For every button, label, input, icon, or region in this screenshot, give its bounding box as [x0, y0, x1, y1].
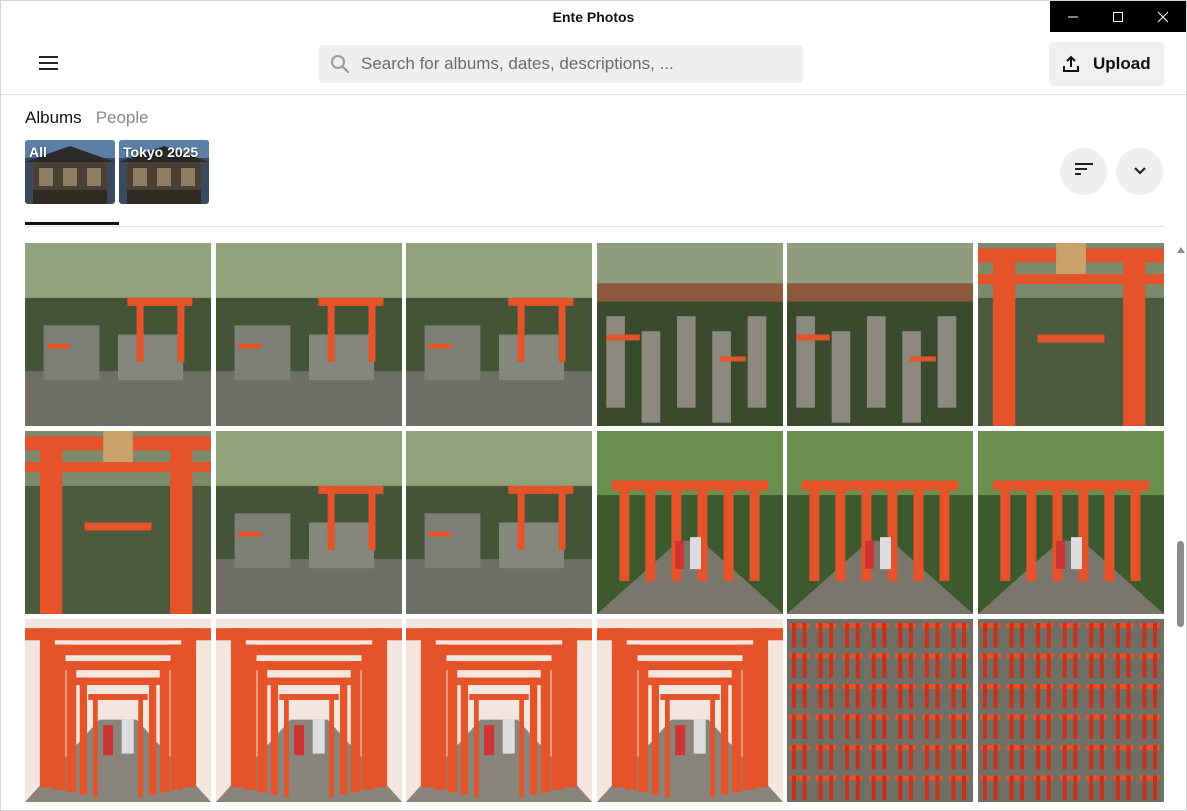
upload-label: Upload [1093, 54, 1151, 73]
forest-shrine-lanterns-a-image [215, 431, 402, 614]
shrine-moss-gate-a-image [215, 243, 402, 426]
photo-thumbnail[interactable] [215, 243, 403, 426]
album-chip-tokyo-2025[interactable]: Tokyo 2025 [119, 140, 209, 204]
torii-corridor-walkers-a-image [25, 619, 211, 802]
chevron-down-icon [1133, 163, 1147, 181]
app-header: Upload [1, 33, 1186, 95]
window-title: Ente Photos [552, 9, 635, 25]
photo-thumbnail[interactable] [977, 431, 1165, 614]
photo-thumbnail[interactable] [25, 243, 212, 426]
shrine-stone-lanterns-image [25, 243, 211, 426]
scrollbar-thumb[interactable] [1177, 541, 1184, 627]
photo-grid [25, 243, 1164, 802]
section-divider [25, 226, 1164, 227]
torii-path-family-image [596, 619, 783, 802]
section-tabs: Albums People [25, 108, 149, 128]
stone-shrines-waterfall-a-image [596, 243, 783, 426]
maximize-icon[interactable] [1095, 1, 1140, 32]
photo-thumbnail[interactable] [406, 243, 593, 426]
search-icon [329, 53, 351, 75]
album-label-tokyo-2025: Tokyo 2025 [123, 144, 199, 160]
photo-thumbnail[interactable] [977, 619, 1165, 802]
hamburger-menu-icon [39, 55, 59, 76]
torii-corridor-walkers-c-image [406, 619, 592, 802]
forest-shrine-lanterns-b-image [406, 431, 592, 614]
torii-corridor-walkers-b-image [215, 619, 402, 802]
album-list: All Tokyo 2025 [25, 140, 209, 204]
photo-thumbnail[interactable] [215, 431, 403, 614]
torii-tunnel-forest-c-image [977, 431, 1164, 614]
scroll-up-arrow[interactable] [1175, 246, 1186, 256]
album-label-all: All [29, 144, 47, 160]
photo-thumbnail[interactable] [596, 243, 784, 426]
stone-shrines-waterfall-b-image [787, 243, 973, 426]
photo-thumbnail[interactable] [787, 619, 974, 802]
torii-tunnel-forest-a-image [596, 431, 783, 614]
miniature-torii-offerings-a-image [787, 619, 973, 802]
title-bar: Ente Photos [1, 1, 1186, 33]
window-controls [1050, 1, 1186, 32]
photo-thumbnail[interactable] [25, 431, 212, 614]
close-icon[interactable] [1141, 1, 1186, 32]
active-album-indicator [25, 222, 119, 225]
album-chip-all[interactable]: All [25, 140, 115, 204]
photo-thumbnail[interactable] [977, 243, 1165, 426]
miniature-torii-offerings-b-image [977, 619, 1164, 802]
photo-thumbnail[interactable] [406, 431, 593, 614]
minimize-icon[interactable] [1050, 1, 1095, 32]
sort-icon [1074, 161, 1094, 182]
tab-albums[interactable]: Albums [25, 108, 82, 128]
menu-button[interactable] [29, 51, 69, 79]
photo-thumbnail[interactable] [787, 431, 974, 614]
photo-thumbnail[interactable] [215, 619, 403, 802]
large-torii-gate-b-image [25, 431, 211, 614]
search-input[interactable] [361, 54, 781, 74]
photo-thumbnail[interactable] [596, 619, 784, 802]
shrine-moss-gate-b-image [406, 243, 592, 426]
sort-button[interactable] [1060, 148, 1107, 195]
app-window: Ente Photos Search for albums, dates, de… [0, 0, 1187, 811]
large-torii-gate-a-image [977, 243, 1164, 426]
upload-button[interactable]: Upload [1049, 42, 1164, 86]
search-bar[interactable] [319, 45, 803, 83]
photo-thumbnail[interactable] [787, 243, 974, 426]
photo-thumbnail[interactable] [406, 619, 593, 802]
photo-thumbnail[interactable] [25, 619, 212, 802]
tab-people[interactable]: People [96, 108, 149, 128]
photo-thumbnail[interactable] [596, 431, 784, 614]
torii-tunnel-forest-b-image [787, 431, 973, 614]
expand-albums-button[interactable] [1116, 148, 1163, 195]
upload-icon [1061, 54, 1081, 74]
